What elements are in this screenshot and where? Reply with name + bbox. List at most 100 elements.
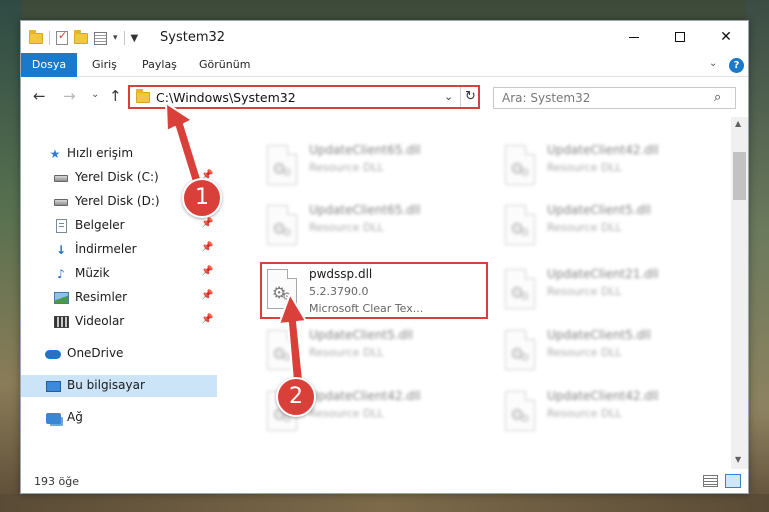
pin-icon[interactable]: 📌 (201, 314, 213, 325)
dll-file-icon: ⚙ ⚙ (505, 269, 537, 309)
file-tile[interactable]: ⚙ ⚙ UpdateClient42.dll Resource DLL (505, 385, 735, 443)
dll-file-icon: ⚙ ⚙ (267, 205, 299, 245)
desktop-wallpaper-bottom (0, 494, 769, 512)
maximize-button[interactable] (657, 21, 703, 53)
file-name: UpdateClient65.dll (309, 203, 421, 217)
sidebar-item-videos[interactable]: Videolar 📌 (21, 311, 217, 333)
minimize-icon (629, 36, 639, 38)
folder-icon (136, 89, 150, 103)
back-button[interactable]: ← (33, 87, 46, 105)
file-type: Resource DLL (547, 221, 622, 234)
tab-home[interactable]: Giriş (92, 53, 117, 77)
sidebar-item-label: OneDrive (67, 346, 124, 360)
file-tile[interactable]: ⚙ ⚙ UpdateClient5.dll Resource DLL (505, 199, 735, 257)
tab-view[interactable]: Görünüm (199, 53, 250, 77)
file-name: UpdateClient5.dll (547, 328, 651, 342)
file-type: Resource DLL (547, 407, 622, 420)
sidebar-item-label: Yerel Disk (C:) (75, 170, 159, 184)
search-box[interactable]: Ara: System32 ⌕ (493, 87, 736, 109)
expand-ribbon-icon[interactable]: ⌄ (709, 58, 717, 69)
file-tile[interactable]: ⚙ ⚙ UpdateClient65.dll Resource DLL (267, 139, 497, 197)
forward-button[interactable]: → (63, 87, 76, 105)
videos-icon (53, 314, 69, 330)
file-type: Resource DLL (309, 161, 384, 174)
customize-toolbar-icon[interactable]: ▼ (131, 33, 139, 44)
properties-icon[interactable] (56, 29, 68, 45)
file-type: Resource DLL (309, 407, 384, 420)
sidebar-item-onedrive[interactable]: OneDrive (21, 343, 217, 365)
scroll-down-icon[interactable]: ▼ (735, 455, 741, 464)
pictures-icon (53, 290, 69, 306)
recent-locations-button[interactable]: ⌄ (91, 89, 99, 100)
dll-file-icon: ⚙ ⚙ (267, 145, 299, 185)
details-view-icon[interactable] (703, 475, 718, 487)
sidebar-item-pictures[interactable]: Resimler 📌 (21, 287, 217, 309)
file-tile[interactable]: ⚙ ⚙ UpdateClient42.dll Resource DLL (505, 139, 735, 197)
new-folder-icon[interactable] (74, 29, 88, 44)
file-name: UpdateClient42.dll (309, 389, 421, 403)
search-icon[interactable]: ⌕ (714, 90, 721, 105)
sidebar-item-label: Yerel Disk (D:) (75, 194, 160, 208)
pin-icon[interactable]: 📌 (201, 266, 213, 277)
sidebar-item-documents[interactable]: Belgeler 📌 (21, 215, 217, 237)
file-name: UpdateClient42.dll (547, 389, 659, 403)
sidebar-item-label: İndirmeler (75, 242, 137, 256)
file-name: UpdateClient5.dll (309, 328, 413, 342)
desktop-wallpaper-right (747, 0, 769, 512)
file-tile[interactable]: ⚙ ⚙ UpdateClient21.dll Resource DLL (505, 263, 735, 321)
scroll-thumb[interactable] (733, 152, 746, 200)
dll-file-icon: ⚙ ⚙ (505, 330, 537, 370)
hard-disk-icon (54, 174, 68, 182)
minimize-button[interactable] (611, 21, 657, 53)
close-button[interactable]: ✕ (703, 21, 749, 53)
file-type: Resource DLL (547, 285, 622, 298)
network-icon (45, 410, 61, 426)
pin-icon[interactable]: 📌 (201, 290, 213, 301)
sidebar-item-music[interactable]: ♪ Müzik 📌 (21, 263, 217, 285)
dll-file-icon: ⚙ ⚙ (267, 330, 299, 370)
file-type: Resource DLL (547, 161, 622, 174)
address-path[interactable]: C:\Windows\System32 (156, 90, 296, 105)
file-tile[interactable]: ⚙ ⚙ UpdateClient5.dll Resource DLL (505, 324, 735, 382)
close-icon: ✕ (720, 29, 732, 45)
search-input[interactable]: Ara: System32 (502, 91, 590, 105)
star-icon: ★ (49, 147, 61, 161)
address-bar[interactable]: C:\Windows\System32 ⌄ ↻ (128, 85, 480, 109)
cloud-icon (45, 349, 61, 359)
up-button[interactable]: ↑ (109, 87, 122, 105)
vertical-scrollbar[interactable]: ▲ ▼ (731, 117, 748, 469)
chevron-down-icon[interactable]: ▾ (113, 33, 118, 43)
file-tile[interactable]: ⚙ ⚙ UpdateClient5.dll Resource DLL (267, 324, 497, 382)
sidebar-item-label: Belgeler (75, 218, 125, 232)
file-type: Resource DLL (547, 346, 622, 359)
sidebar-item-downloads[interactable]: ↓ İndirmeler 📌 (21, 239, 217, 261)
pin-icon[interactable]: 📌 (201, 218, 213, 229)
pin-icon[interactable]: 📌 (201, 242, 213, 253)
dll-file-icon: ⚙ ⚙ (505, 391, 537, 431)
tab-share[interactable]: Paylaş (142, 53, 177, 77)
large-icons-view-icon[interactable] (725, 474, 741, 488)
file-tile[interactable]: ⚙ ⚙ UpdateClient65.dll Resource DLL (267, 199, 497, 257)
file-name: UpdateClient42.dll (547, 143, 659, 157)
scroll-up-icon[interactable]: ▲ (735, 119, 741, 128)
navigation-pane: ★ Hızlı erişim Yerel Disk (C:) 📌 Yerel D… (21, 117, 217, 469)
sidebar-item-this-pc[interactable]: Bu bilgisayar (21, 375, 217, 397)
help-icon[interactable]: ? (729, 58, 744, 73)
dll-file-icon: ⚙ ⚙ (505, 205, 537, 245)
hard-disk-icon (53, 170, 69, 186)
refresh-button[interactable]: ↻ (460, 87, 480, 107)
view-options-icon[interactable] (94, 31, 107, 45)
sidebar-item-quick-access[interactable]: ★ Hızlı erişim (21, 143, 217, 165)
step-badge-1: 1 (182, 178, 222, 218)
folder-icon[interactable] (29, 29, 43, 44)
sidebar-item-network[interactable]: Ağ (21, 407, 217, 429)
file-name: UpdateClient21.dll (547, 267, 659, 281)
sidebar-item-label: Bu bilgisayar (67, 378, 145, 392)
computer-icon (45, 378, 61, 394)
sidebar-item-label: Videolar (75, 314, 125, 328)
hard-disk-icon (53, 194, 69, 210)
videos-icon (53, 316, 69, 328)
file-name: UpdateClient65.dll (309, 143, 421, 157)
tab-file[interactable]: Dosya (21, 53, 77, 77)
chevron-down-icon[interactable]: ⌄ (444, 90, 453, 103)
